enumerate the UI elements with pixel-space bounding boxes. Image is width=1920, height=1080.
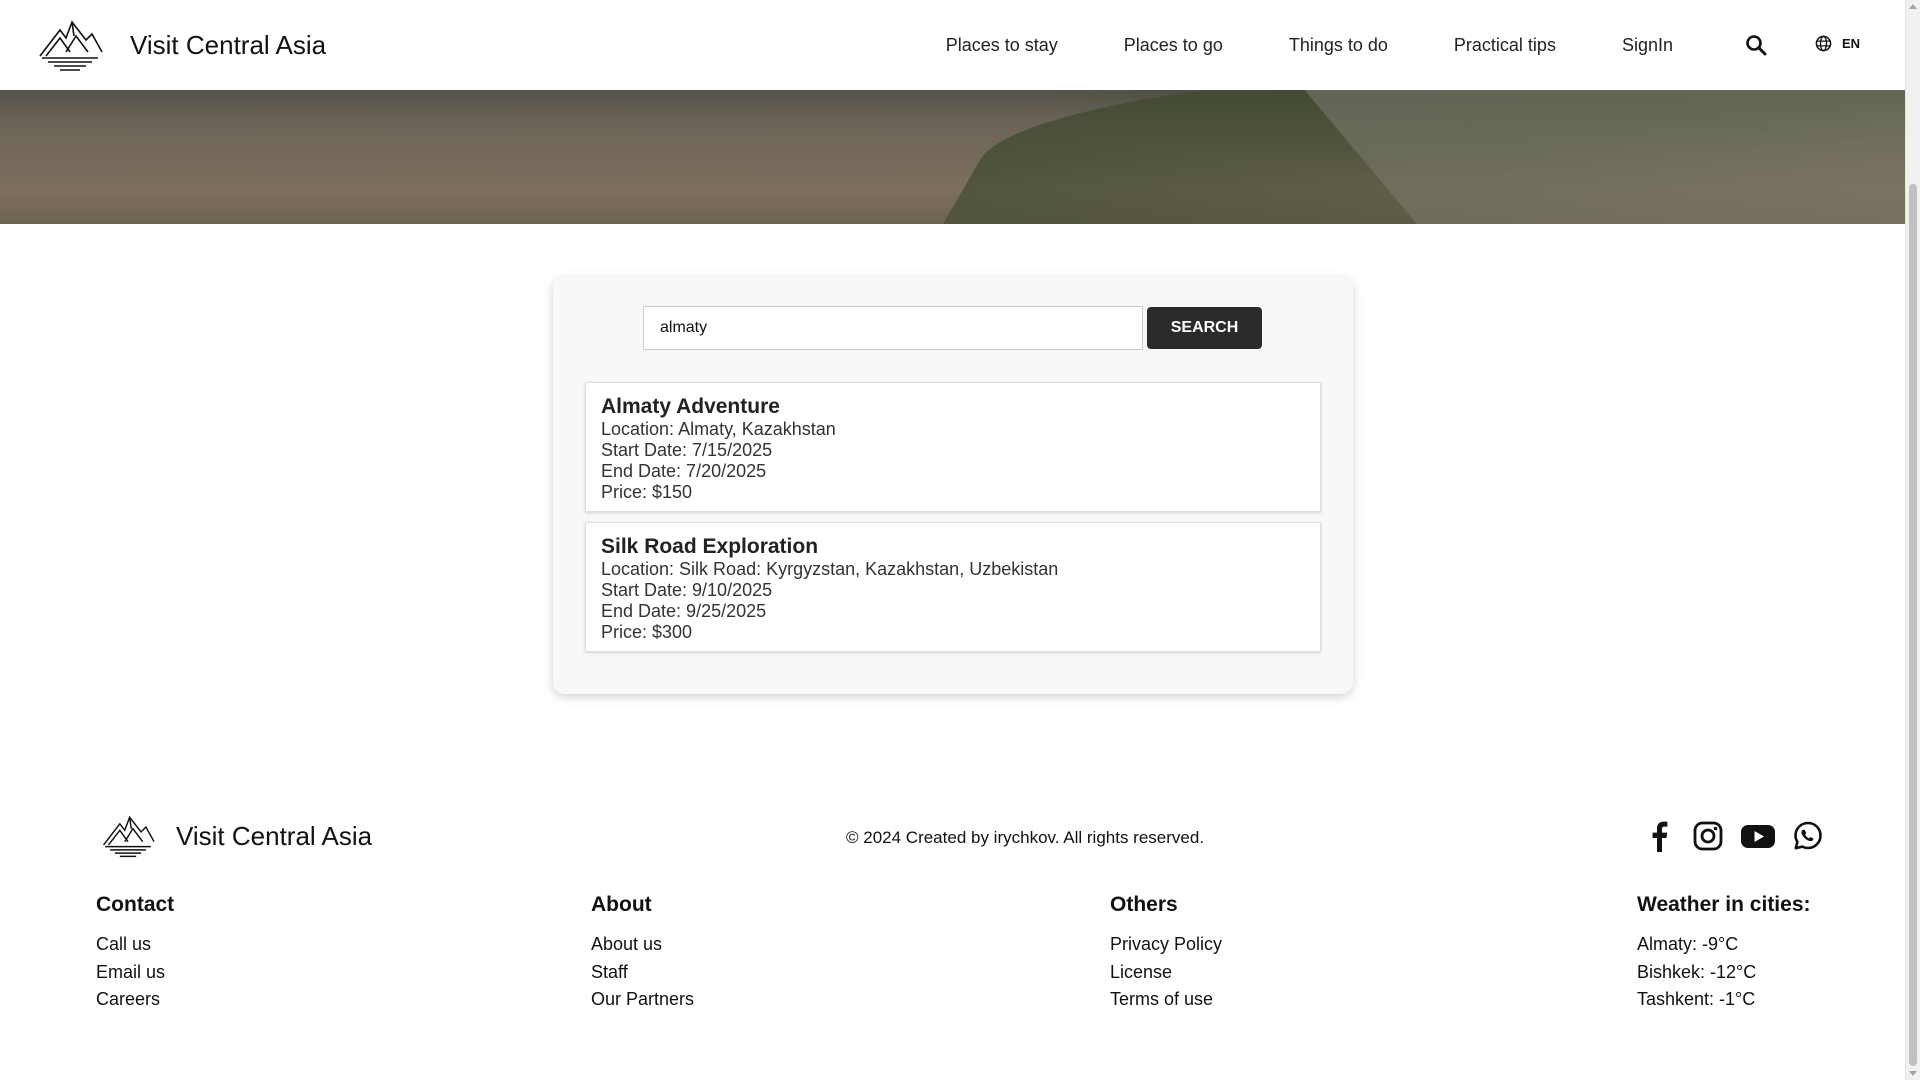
brand[interactable]: Visit Central Asia xyxy=(36,18,326,72)
scroll-down-arrow-icon[interactable] xyxy=(1909,1071,1917,1076)
weather-bishkek: Bishkek: -12°C xyxy=(1637,961,1757,982)
weather-tashkent: Tashkent: -1°C xyxy=(1637,989,1756,1009)
language-selector[interactable]: EN xyxy=(1815,35,1860,52)
nav-item-practical-tips[interactable]: Practical tips xyxy=(1454,35,1556,56)
result-price: Price: $300 xyxy=(601,622,693,642)
footer-link-privacy-policy[interactable]: Privacy Policy xyxy=(1110,931,1222,959)
social-links xyxy=(1644,820,1824,852)
result-card[interactable]: Silk Road Exploration Location: Silk Roa… xyxy=(585,522,1321,652)
footer-heading: Others xyxy=(1110,893,1178,916)
search-card: SEARCH Almaty Adventure Location: Almaty… xyxy=(553,276,1353,694)
footer-brand-name: Visit Central Asia xyxy=(176,820,373,851)
scroll-up-arrow-icon[interactable] xyxy=(1909,4,1917,9)
language-code: EN xyxy=(1842,36,1861,51)
footer-link-terms-of-use[interactable]: Terms of use xyxy=(1110,986,1222,1014)
site-header: Visit Central Asia Places to stay Places… xyxy=(0,0,1905,90)
main-nav: Places to stay Places to go Things to do… xyxy=(946,0,1673,90)
search-button[interactable]: SEARCH xyxy=(1147,307,1262,349)
footer-link-call-us[interactable]: Call us xyxy=(96,931,174,959)
nav-item-places-to-stay[interactable]: Places to stay xyxy=(946,35,1058,56)
facebook-icon[interactable] xyxy=(1644,820,1676,852)
youtube-icon[interactable] xyxy=(1740,820,1776,852)
scrollbar-thumb[interactable] xyxy=(1909,184,1917,1066)
footer-link-about-us[interactable]: About us xyxy=(591,931,694,959)
result-end-date: End Date: 7/20/2025 xyxy=(601,461,767,481)
globe-icon xyxy=(1815,35,1832,52)
mountain-logo-icon xyxy=(102,815,155,858)
footer-link-staff[interactable]: Staff xyxy=(591,959,694,987)
result-start-date: Start Date: 7/15/2025 xyxy=(601,440,773,460)
whatsapp-icon[interactable] xyxy=(1792,820,1824,852)
page-scrollbar[interactable] xyxy=(1905,0,1920,1080)
footer-link-email-us[interactable]: Email us xyxy=(96,959,174,987)
result-location: Location: Almaty, Kazakhstan xyxy=(601,419,836,439)
result-title: Almaty Adventure xyxy=(601,395,780,418)
result-card[interactable]: Almaty Adventure Location: Almaty, Kazak… xyxy=(585,382,1321,512)
result-start-date: Start Date: 9/10/2025 xyxy=(601,580,773,600)
footer-link-careers[interactable]: Careers xyxy=(96,986,174,1014)
footer-column-about: About About us Staff Our Partners xyxy=(591,893,694,1014)
weather-almaty: Almaty: -9°C xyxy=(1637,934,1739,954)
result-end-date: End Date: 9/25/2025 xyxy=(601,601,767,621)
nav-item-places-to-go[interactable]: Places to go xyxy=(1124,35,1223,56)
copyright-text: © 2024 Created by irychkov. All rights r… xyxy=(846,828,1205,847)
footer-heading: Contact xyxy=(96,893,175,916)
footer-brand[interactable]: Visit Central Asia xyxy=(100,814,372,858)
result-location: Location: Silk Road: Kyrgyzstan, Kazakhs… xyxy=(601,559,1059,579)
result-price: Price: $150 xyxy=(601,482,693,502)
footer-heading: Weather in cities: xyxy=(1637,893,1811,916)
nav-item-signin[interactable]: SignIn xyxy=(1622,35,1673,56)
brand-name: Visit Central Asia xyxy=(130,29,327,60)
footer-column-weather: Weather in cities: Almaty: -9°C Bishkek:… xyxy=(1637,893,1811,1014)
search-icon[interactable] xyxy=(1744,33,1768,57)
footer-link-license[interactable]: License xyxy=(1110,959,1222,987)
search-input[interactable] xyxy=(643,306,1143,350)
footer-column-others: Others Privacy Policy License Terms of u… xyxy=(1110,893,1222,1014)
footer-link-our-partners[interactable]: Our Partners xyxy=(591,986,694,1014)
footer-column-contact: Contact Call us Email us Careers xyxy=(96,893,174,1014)
mountain-logo-icon xyxy=(39,20,103,71)
result-title: Silk Road Exploration xyxy=(601,535,819,558)
footer-heading: About xyxy=(591,893,652,916)
instagram-icon[interactable] xyxy=(1692,820,1724,852)
nav-item-things-to-do[interactable]: Things to do xyxy=(1289,35,1388,56)
